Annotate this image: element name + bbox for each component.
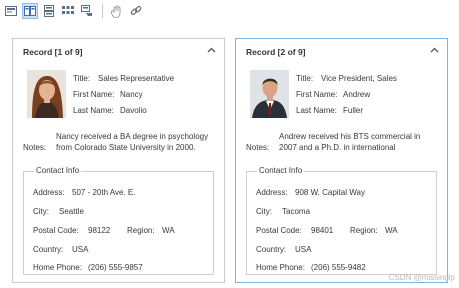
- stacked-rows-icon[interactable]: [41, 3, 57, 19]
- postal-code-value[interactable]: 98401: [311, 226, 333, 235]
- address-label: Address:: [33, 188, 65, 197]
- card-title: Record [1 of 9]: [23, 47, 83, 57]
- last-name-label: Last Name:: [296, 106, 337, 115]
- home-phone-label: Home Phone:: [256, 263, 305, 272]
- card-title: Record [2 of 9]: [246, 47, 306, 57]
- employee-photo: [250, 70, 289, 118]
- toolbar: [0, 0, 459, 22]
- notes-line: 2007 and a Ph.D. in international: [279, 142, 396, 152]
- address-value[interactable]: 908 W. Capital Way: [295, 188, 365, 197]
- watermark: CSDN @missinglp: [388, 273, 455, 282]
- address-label: Address:: [256, 188, 288, 197]
- hand-pan-icon[interactable]: [109, 3, 125, 19]
- grid-view-icon[interactable]: [60, 3, 76, 19]
- record-card[interactable]: Record [1 of 9] Title: Sales Representat…: [12, 38, 225, 283]
- notes-value[interactable]: Nancy received a BA degree in psychology…: [56, 132, 222, 153]
- card-header[interactable]: Record [2 of 9]: [236, 39, 447, 63]
- title-value[interactable]: Vice President, Sales: [321, 74, 397, 83]
- group-title: Contact Info: [34, 166, 82, 175]
- chevron-up-icon[interactable]: [207, 47, 216, 53]
- city-label: City:: [33, 207, 49, 216]
- contact-info-group: Contact Info Address: 507 - 20th Ave. E.…: [23, 166, 214, 275]
- record-card[interactable]: Record [2 of 9] Title: Vice President, S…: [235, 38, 448, 283]
- city-value[interactable]: Tacoma: [282, 207, 310, 216]
- last-name-value[interactable]: Fuller: [343, 106, 363, 115]
- title-label: Title:: [73, 74, 91, 83]
- postal-code-label: Postal Code:: [256, 226, 302, 235]
- home-phone-value[interactable]: (206) 555-9482: [311, 263, 366, 272]
- city-value[interactable]: Seattle: [59, 207, 84, 216]
- country-label: Country:: [33, 245, 64, 254]
- country-label: Country:: [256, 245, 287, 254]
- notes-line: Andrew received his BTS commercial in: [279, 132, 421, 141]
- city-label: City:: [256, 207, 272, 216]
- country-value[interactable]: USA: [295, 245, 311, 254]
- last-name-value[interactable]: Davolio: [120, 106, 147, 115]
- contact-info-group: Contact Info Address: 908 W. Capital Way…: [246, 166, 437, 275]
- notes-label: Notes:: [246, 143, 270, 152]
- customize-layout-icon[interactable]: [79, 3, 95, 19]
- link-icon[interactable]: [128, 3, 144, 19]
- home-phone-label: Home Phone:: [33, 263, 82, 272]
- region-label: Region:: [127, 226, 155, 235]
- employee-photo: [27, 70, 66, 118]
- last-name-label: Last Name:: [73, 106, 114, 115]
- notes-line: Nancy received a BA degree in psychology: [56, 132, 209, 141]
- two-columns-icon[interactable]: [22, 3, 38, 19]
- first-name-value[interactable]: Nancy: [120, 90, 143, 99]
- notes-label: Notes:: [23, 143, 47, 152]
- region-value[interactable]: WA: [385, 226, 398, 235]
- toolbar-separator: [102, 4, 103, 18]
- first-name-label: First Name:: [296, 90, 338, 99]
- first-name-value[interactable]: Andrew: [343, 90, 370, 99]
- region-value[interactable]: WA: [162, 226, 175, 235]
- postal-code-value[interactable]: 98122: [88, 226, 110, 235]
- postal-code-label: Postal Code:: [33, 226, 79, 235]
- card-header[interactable]: Record [1 of 9]: [13, 39, 224, 63]
- country-value[interactable]: USA: [72, 245, 88, 254]
- title-label: Title:: [296, 74, 314, 83]
- notes-line: from Colorado State University in 2000.: [56, 142, 196, 152]
- group-title: Contact Info: [257, 166, 305, 175]
- first-name-label: First Name:: [73, 90, 115, 99]
- single-card-icon[interactable]: [3, 3, 19, 19]
- home-phone-value[interactable]: (206) 555-9857: [88, 263, 143, 272]
- address-value[interactable]: 507 - 20th Ave. E.: [72, 188, 135, 197]
- notes-value[interactable]: Andrew received his BTS commercial in 20…: [279, 132, 445, 153]
- title-value[interactable]: Sales Representative: [98, 74, 174, 83]
- chevron-up-icon[interactable]: [430, 47, 439, 53]
- region-label: Region:: [350, 226, 378, 235]
